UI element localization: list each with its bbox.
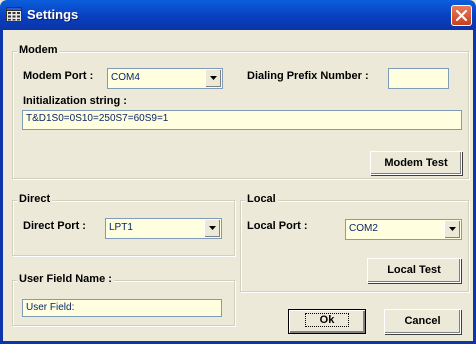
- local-port-value: COM2: [349, 223, 378, 234]
- local-port-select[interactable]: COM2: [345, 219, 462, 240]
- dialing-prefix-label: Dialing Prefix Number :: [247, 70, 369, 82]
- direct-port-dropdown-button[interactable]: [204, 220, 220, 237]
- ok-button[interactable]: Ok: [288, 309, 366, 334]
- direct-port-value: LPT1: [109, 222, 133, 233]
- direct-legend: Direct: [17, 193, 53, 205]
- chevron-down-icon: [210, 76, 217, 80]
- ok-label: Ok: [304, 313, 350, 327]
- init-string-label: Initialization string :: [23, 95, 127, 107]
- settings-app-icon: [6, 7, 22, 22]
- direct-port-select[interactable]: LPT1: [105, 218, 222, 239]
- modem-test-label: Modem Test: [384, 157, 448, 169]
- dialing-prefix-input[interactable]: [388, 68, 449, 89]
- title-bar[interactable]: Settings: [0, 0, 476, 30]
- user-field-legend: User Field Name :: [17, 273, 114, 285]
- local-legend: Local: [245, 193, 278, 205]
- user-field-input[interactable]: User Field:: [22, 299, 222, 317]
- chevron-down-icon: [449, 227, 456, 231]
- cancel-label: Cancel: [404, 315, 441, 327]
- window-title: Settings: [27, 7, 79, 22]
- cancel-button[interactable]: Cancel: [384, 309, 461, 334]
- local-port-dropdown-button[interactable]: [444, 221, 460, 238]
- local-test-label: Local Test: [387, 264, 441, 276]
- modem-legend: Modem: [17, 44, 60, 56]
- close-icon: [455, 9, 468, 22]
- local-port-label: Local Port :: [247, 220, 308, 232]
- chevron-down-icon: [209, 226, 216, 230]
- modem-port-dropdown-button[interactable]: [205, 70, 221, 87]
- close-button[interactable]: [451, 5, 472, 26]
- modem-port-select[interactable]: COM4: [107, 68, 223, 89]
- modem-test-button[interactable]: Modem Test: [370, 151, 462, 175]
- direct-port-label: Direct Port :: [23, 220, 86, 232]
- local-test-button[interactable]: Local Test: [367, 258, 461, 283]
- modem-port-value: COM4: [111, 72, 140, 83]
- init-string-input[interactable]: T&D1S0=0S10=250S7=60S9=1: [22, 110, 462, 130]
- modem-port-label: Modem Port :: [23, 70, 94, 82]
